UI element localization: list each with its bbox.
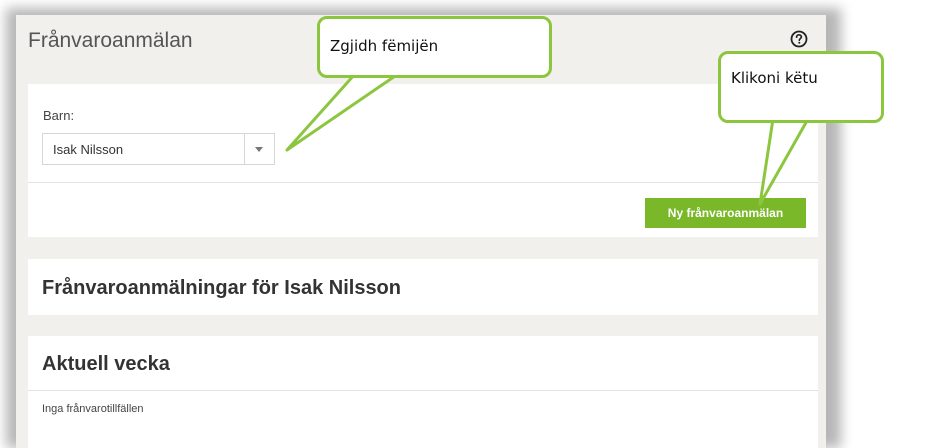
absence-list-card: Frånvaroanmälningar för Isak Nilsson: [28, 259, 818, 315]
empty-state-text: Inga frånvarotillfällen: [42, 403, 144, 415]
child-label: Barn:: [43, 108, 75, 123]
absence-list-heading: Frånvaroanmälningar för Isak Nilsson: [42, 277, 401, 299]
child-select-value: Isak Nilsson: [53, 142, 124, 157]
question-circle-icon[interactable]: [789, 29, 809, 49]
current-week-card: Aktuell vecka Inga frånvarotillfällen: [28, 336, 818, 448]
callout-text: Klikoni këtu: [731, 69, 818, 87]
callout-select-child: Zgjidh fëmijën: [317, 16, 552, 78]
callout-text: Zgjidh fëmijën: [330, 37, 439, 55]
divider: [28, 182, 818, 183]
callout-click-here: Klikoni këtu: [718, 51, 884, 123]
current-week-heading: Aktuell vecka: [42, 353, 170, 375]
divider: [28, 390, 818, 391]
page-title: Frånvaroanmälan: [28, 29, 193, 52]
new-absence-button[interactable]: Ny frånvaroanmälan: [645, 198, 806, 228]
select-toggle[interactable]: [244, 134, 274, 164]
child-select[interactable]: Isak Nilsson: [42, 133, 275, 165]
absence-panel: Frånvaroanmälan Barn: Isak Nilsson Ny fr…: [16, 15, 826, 448]
child-selection-card: Barn: Isak Nilsson Ny frånvaroanmälan: [28, 84, 818, 237]
chevron-down-icon: [255, 147, 263, 152]
